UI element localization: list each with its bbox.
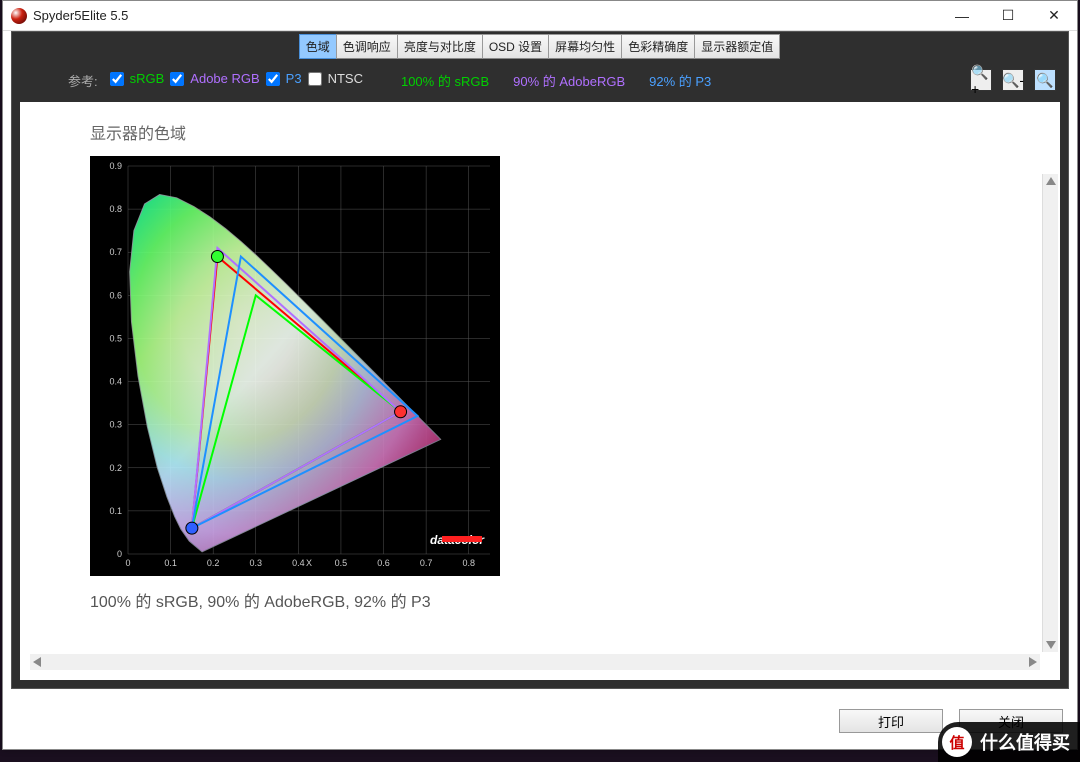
reference-label: 参考: [68,71,98,90]
svg-text:0.1: 0.1 [164,558,177,568]
svg-text:0.9: 0.9 [109,161,122,171]
svg-text:0.6: 0.6 [109,290,122,300]
tab-1[interactable]: 色调响应 [336,34,398,59]
main-panel: 色域色调响应亮度与对比度OSD 设置屏幕均匀性色彩精确度显示器额定值 参考: s… [11,31,1069,689]
app-window: Spyder5Elite 5.5 — ☐ ✕ 色域色调响应亮度与对比度OSD 设… [2,0,1078,750]
svg-text:0: 0 [117,549,122,559]
tab-3[interactable]: OSD 设置 [482,34,549,59]
section-title: 显示器的色域 [90,120,990,144]
scrollbar-horizontal[interactable] [30,654,1040,670]
svg-text:0.5: 0.5 [335,558,348,568]
watermark: 值 什么值得买 [938,722,1080,762]
footer: 打印 关闭 [11,703,1069,739]
ref-checkbox-p3[interactable]: P3 [266,71,302,86]
svg-text:0: 0 [125,558,130,568]
coverage-readout: 100% 的 sRGB [401,74,489,89]
coverage-readout: 90% 的 AdobeRGB [513,74,625,89]
watermark-text: 什么值得买 [980,729,1070,755]
zoom-fit-button[interactable]: 🔍 [1034,69,1056,91]
tab-4[interactable]: 屏幕均匀性 [548,34,622,59]
ref-checkbox-srgb[interactable]: sRGB [110,71,165,86]
coverage-readout: 92% 的 P3 [649,74,711,89]
svg-text:0.8: 0.8 [109,204,122,214]
svg-text:0.7: 0.7 [109,247,122,257]
tab-0[interactable]: 色域 [299,34,337,59]
svg-text:0.1: 0.1 [109,506,122,516]
tab-5[interactable]: 色彩精确度 [621,34,695,59]
svg-text:X: X [306,558,312,568]
scrollbar-vertical[interactable] [1042,174,1058,652]
svg-text:0.4: 0.4 [109,377,122,387]
close-window-button[interactable]: ✕ [1031,1,1077,31]
watermark-badge: 值 [942,727,972,757]
reference-row: 参考: sRGB Adobe RGB P3 NTSC 100% 的 sRGB 90% 的… [12,59,1068,97]
svg-text:0.8: 0.8 [462,558,475,568]
minimize-button[interactable]: — [939,1,985,31]
gamut-chart: 0 0.1 0.2 0.3 0.4 0.5 0.6 0.7 0.8 0 0.1 0.2 0.3 0.4 0.… [90,156,500,576]
zoom-in-button[interactable]: 🔍+ [970,69,992,91]
zoom-out-button[interactable]: 🔍- [1002,69,1024,91]
chart-caption: 100% 的 sRGB, 90% 的 AdobeRGB, 92% 的 P3 [90,588,990,612]
svg-text:0.6: 0.6 [377,558,390,568]
print-button[interactable]: 打印 [839,709,943,733]
svg-text:0.4: 0.4 [292,558,305,568]
svg-text:0.7: 0.7 [420,558,433,568]
svg-text:0.2: 0.2 [207,558,220,568]
tab-2[interactable]: 亮度与对比度 [397,34,483,59]
titlebar: Spyder5Elite 5.5 — ☐ ✕ [3,1,1077,31]
svg-text:0.3: 0.3 [109,420,122,430]
window-title: Spyder5Elite 5.5 [33,8,939,23]
svg-text:0.3: 0.3 [250,558,263,568]
svg-text:0.2: 0.2 [109,463,122,473]
tab-6[interactable]: 显示器额定值 [694,34,780,59]
content-area: 显示器的色域 00.10.20.30.40.50.60.70.800.10.20… [20,102,1060,680]
maximize-button[interactable]: ☐ [985,1,1031,31]
ref-checkbox-adobergb[interactable]: Adobe RGB [170,71,259,86]
tab-bar: 色域色调响应亮度与对比度OSD 设置屏幕均匀性色彩精确度显示器额定值 [12,32,1068,59]
app-icon [11,8,27,24]
svg-text:0.5: 0.5 [109,333,122,343]
ref-checkbox-ntsc[interactable]: NTSC [308,71,363,86]
